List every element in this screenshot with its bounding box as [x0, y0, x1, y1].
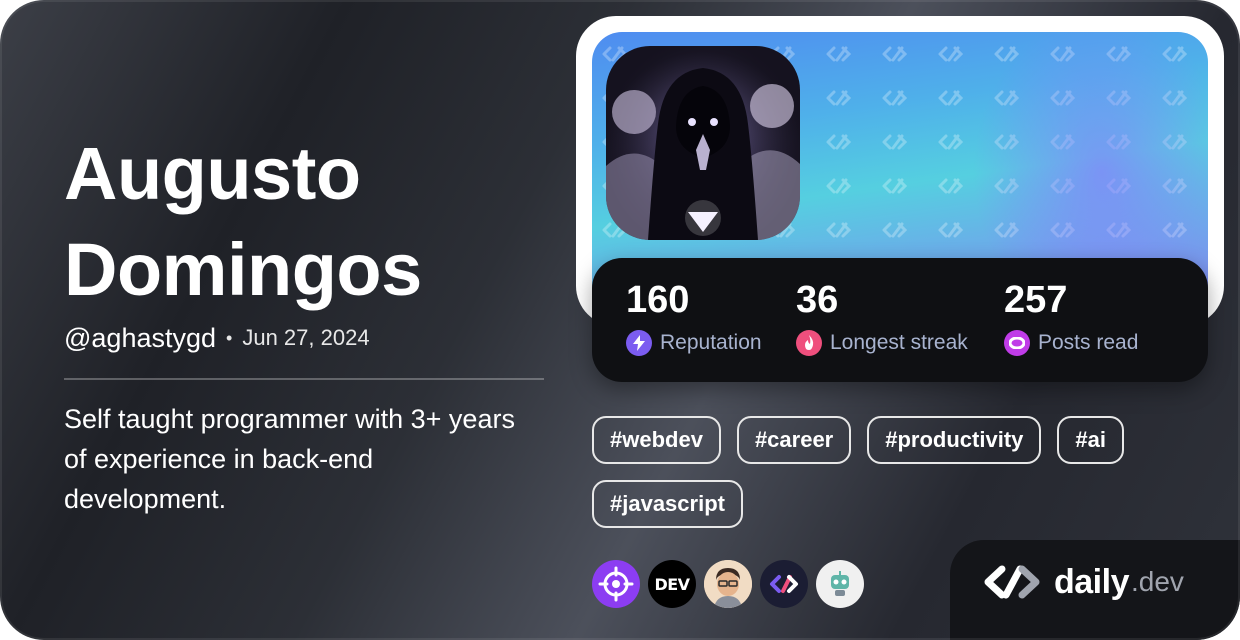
- squad-daily-dev[interactable]: [760, 560, 808, 608]
- robot-icon: [831, 571, 849, 596]
- stat-value: 36: [796, 279, 839, 321]
- tag-chip[interactable]: #javascript: [592, 480, 743, 528]
- dev-logo-icon: DEV: [654, 574, 690, 594]
- daily-dev-logo[interactable]: daily .dev: [982, 560, 1184, 604]
- brand-suffix: .dev: [1130, 566, 1184, 597]
- crosshair-icon: [598, 566, 634, 602]
- tag-chip[interactable]: #productivity: [867, 416, 1042, 464]
- profile-avatar: [606, 46, 800, 240]
- squad-memoji[interactable]: [704, 560, 752, 608]
- brand-name: daily: [1054, 562, 1129, 601]
- eye-icon: [1004, 330, 1030, 356]
- stats-panel: 160 Reputation 36 Longest streak 257 Pos…: [592, 258, 1208, 382]
- flame-icon: [796, 330, 822, 356]
- tag-chip[interactable]: #webdev: [592, 416, 721, 464]
- tag-list: #webdev #career #productivity #ai #javas…: [592, 416, 1192, 528]
- last-name: Domingos: [64, 228, 422, 311]
- profile-bio: Self taught programmer with 3+ years of …: [64, 404, 515, 514]
- username-handle[interactable]: @aghastygd: [64, 323, 216, 354]
- squad-list: DEV: [592, 560, 864, 608]
- lightning-icon: [626, 330, 652, 356]
- squad-robot[interactable]: [816, 560, 864, 608]
- stat-label: Longest streak: [830, 331, 968, 354]
- stat-value: 257: [1004, 279, 1068, 321]
- memoji-avatar-icon: [704, 560, 752, 608]
- first-name: Augusto: [64, 132, 361, 215]
- stat-value: 160: [626, 279, 690, 321]
- profile-name: Augusto Domingos: [64, 126, 544, 318]
- joined-date: Jun 27, 2024: [242, 325, 370, 350]
- hooded-figure-icon: [606, 46, 800, 240]
- profile-meta: @aghastygd • Jun 27, 2024: [64, 318, 370, 358]
- stat-label: Posts read: [1038, 331, 1139, 354]
- daily-dev-logo-icon: [984, 565, 1040, 599]
- daily-dev-squad-icon: [770, 575, 798, 593]
- meta-separator: •: [226, 327, 233, 348]
- profile-card: Augusto Domingos @aghastygd • Jun 27, 20…: [0, 0, 1240, 640]
- divider: [64, 378, 544, 380]
- squad-dev[interactable]: DEV: [648, 560, 696, 608]
- stat-label: Reputation: [660, 331, 762, 354]
- tag-chip[interactable]: #ai: [1057, 416, 1124, 464]
- tag-chip[interactable]: #career: [736, 416, 852, 464]
- squad-crosshair[interactable]: [592, 560, 640, 608]
